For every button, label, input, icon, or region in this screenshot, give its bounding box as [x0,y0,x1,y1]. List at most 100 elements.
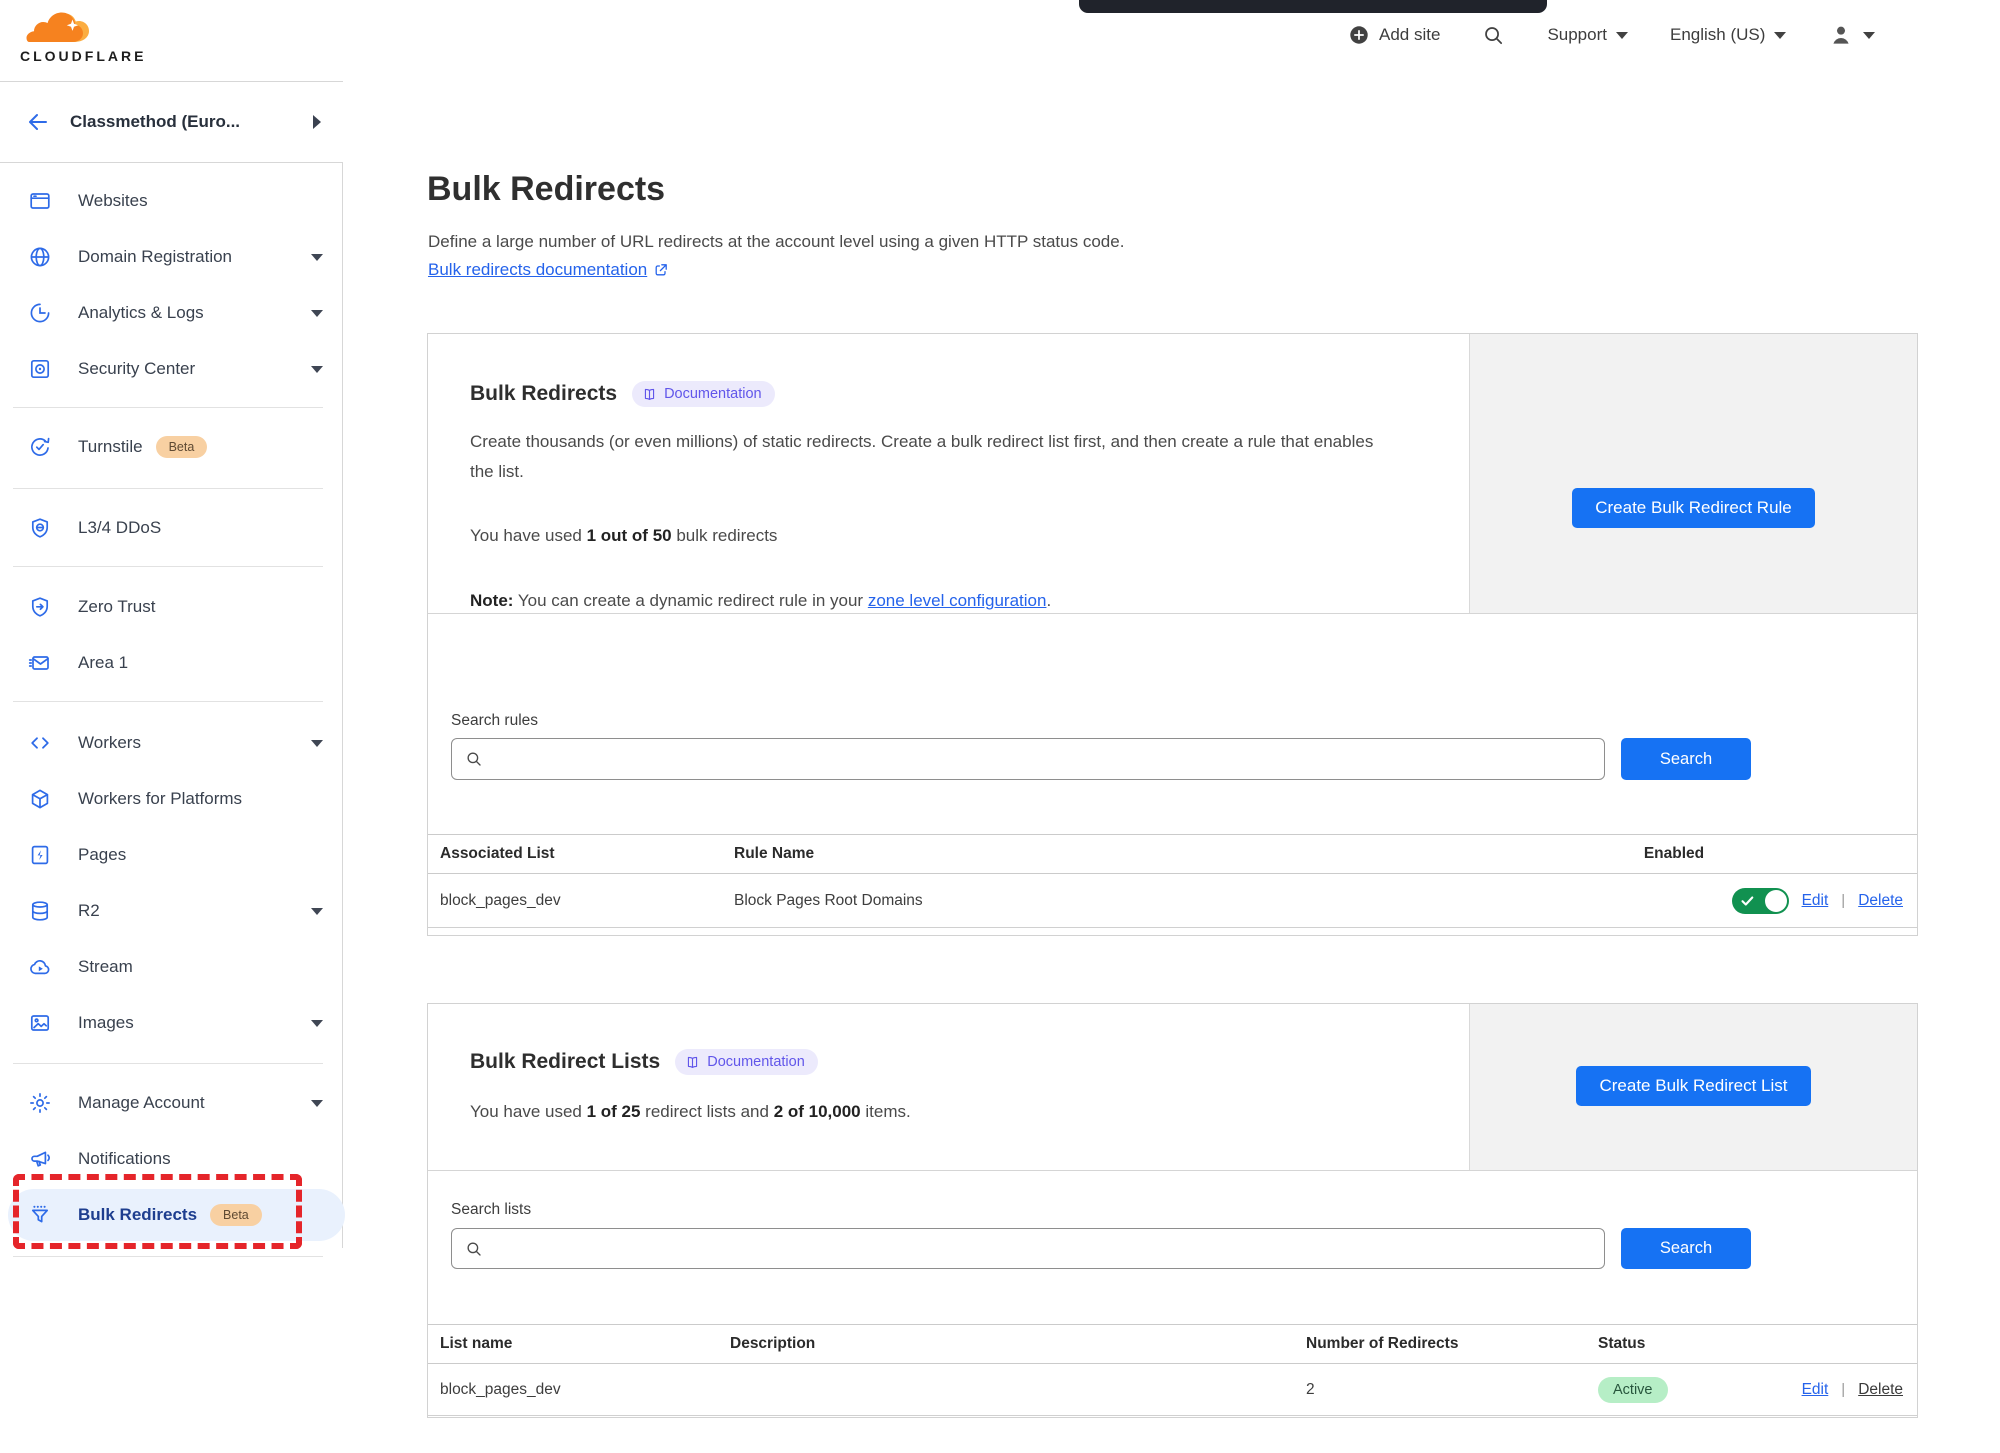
cloudflare-wordmark: CLOUDFLARE [20,48,170,64]
account-switcher[interactable]: Classmethod (Euro... [0,82,343,163]
sidebar-item-notifications[interactable]: Notifications [0,1131,343,1187]
page-doc-link-row: Bulk redirects documentation [428,260,669,280]
rules-usage-count: 1 out of 50 [587,526,672,545]
book-icon [685,1055,700,1070]
sidebar-item-turnstile[interactable]: Turnstile Beta [0,419,343,475]
search-lists-button[interactable]: Search [1621,1228,1751,1269]
pie-chart-icon [28,301,52,325]
browser-window-icon [28,189,52,213]
sidebar-item-bulk-redirects[interactable]: Bulk Redirects Beta [0,1187,343,1243]
bulk-redirects-documentation-link[interactable]: Bulk redirects documentation [428,260,647,280]
sidebar-section-divider [13,1063,323,1064]
chevron-down-icon [311,254,323,261]
search-lists-label: Search lists [451,1201,531,1219]
rules-table-header: Associated List Rule Name Enabled [428,834,1917,874]
rules-table: Associated List Rule Name Enabled block_… [428,834,1917,928]
sidebar-section-divider [13,488,323,489]
image-icon [28,1011,52,1035]
status-badge: Active [1598,1377,1668,1403]
email-icon [28,651,52,675]
edit-rule-link[interactable]: Edit [1802,892,1829,910]
delete-list-link[interactable]: Delete [1858,1381,1903,1399]
chevron-down-icon [311,1100,323,1107]
cube-icon [28,787,52,811]
col-description: Description [730,1335,1306,1353]
sidebar-item-images[interactable]: Images [0,995,343,1051]
zone-level-configuration-link[interactable]: zone level configuration [868,591,1047,610]
cloudflare-logo[interactable]: CLOUDFLARE [20,10,170,64]
create-bulk-redirect-rule-button[interactable]: Create Bulk Redirect Rule [1572,488,1815,528]
sidebar-item-workers-for-platforms[interactable]: Workers for Platforms [0,771,343,827]
chevron-down-icon [311,366,323,373]
cell-associated-list: block_pages_dev [440,892,734,910]
top-header: CLOUDFLARE Add site Support [0,0,2000,81]
lightning-page-icon [28,843,52,867]
chevron-down-icon [1774,32,1786,39]
language-menu[interactable]: English (US) [1670,25,1786,45]
add-site-button[interactable]: Add site [1348,24,1440,46]
col-list-name: List name [440,1335,730,1353]
sidebar-item-zero-trust[interactable]: Zero Trust [0,579,343,635]
user-icon [1828,22,1854,48]
sidebar-item-area1[interactable]: Area 1 [0,635,343,691]
header-controls: Add site Support English (US) [1348,22,1875,48]
sidebar-nav: Websites Domain Registration Analytics [0,163,343,1257]
lists-usage-count: 1 of 25 [587,1102,641,1121]
lists-card-title: Bulk Redirect Lists [470,1050,660,1074]
toggle-knob [1765,890,1787,912]
rules-card-body: Create thousands (or even millions) of s… [470,427,1390,487]
back-arrow-icon[interactable] [26,110,50,134]
support-label: Support [1547,25,1607,45]
documentation-badge[interactable]: Documentation [632,381,775,407]
cell-rule-name: Block Pages Root Domains [734,892,1445,910]
sidebar-item-stream[interactable]: Stream [0,939,343,995]
database-icon [28,899,52,923]
rules-note-line: Note: You can create a dynamic redirect … [470,591,1051,611]
sidebar-item-pages[interactable]: Pages [0,827,343,883]
account-user-menu[interactable] [1828,22,1875,48]
sidebar-item-websites[interactable]: Websites [0,173,343,229]
book-icon [642,387,657,402]
refresh-check-icon [28,435,52,459]
code-brackets-icon [28,731,52,755]
delete-rule-link[interactable]: Delete [1858,892,1903,910]
lists-usage-line: You have used 1 of 25 redirect lists and… [470,1102,911,1122]
beta-badge: Beta [156,436,208,459]
search-rules-box [451,738,1605,780]
enabled-toggle[interactable] [1732,888,1789,914]
documentation-badge[interactable]: Documentation [675,1049,818,1075]
rules-usage-line: You have used 1 out of 50 bulk redirects [470,526,777,546]
sidebar-item-l34-ddos[interactable]: L3/4 DDoS [0,500,343,556]
cell-list-name: block_pages_dev [440,1381,730,1399]
cell-redirect-count: 2 [1306,1381,1598,1399]
header-search-button[interactable] [1482,24,1505,47]
chevron-down-icon [311,740,323,747]
sidebar-item-domain-registration[interactable]: Domain Registration [0,229,343,285]
search-lists-input[interactable] [493,1229,1604,1268]
support-menu[interactable]: Support [1547,25,1628,45]
sidebar-item-analytics-logs[interactable]: Analytics & Logs [0,285,343,341]
shield-globe-icon [28,516,52,540]
col-enabled: Enabled [1445,845,1903,863]
add-site-label: Add site [1379,25,1440,45]
external-link-icon [653,262,669,278]
chevron-down-icon [311,1020,323,1027]
edit-list-link[interactable]: Edit [1802,1381,1829,1399]
sidebar-item-manage-account[interactable]: Manage Account [0,1075,343,1131]
create-bulk-redirect-list-button[interactable]: Create Bulk Redirect List [1576,1066,1810,1106]
account-name: Classmethod (Euro... [70,112,240,132]
rules-cta-panel: Create Bulk Redirect Rule [1469,334,1917,613]
browser-overlay-bar [1079,0,1547,13]
chevron-down-icon [1863,32,1875,39]
sidebar-item-r2[interactable]: R2 [0,883,343,939]
search-rules-button[interactable]: Search [1621,738,1751,780]
lists-table: List name Description Number of Redirect… [428,1324,1917,1416]
sidebar-item-security-center[interactable]: Security Center [0,341,343,397]
col-status: Status [1598,1335,1903,1353]
search-rules-input[interactable] [493,739,1604,779]
sidebar-item-workers[interactable]: Workers [0,715,343,771]
rules-table-row: block_pages_dev Block Pages Root Domains… [428,874,1917,928]
search-lists-box [451,1228,1605,1269]
cloudflare-dashboard: CLOUDFLARE Add site Support [0,0,2000,1453]
page-description: Define a large number of URL redirects a… [428,232,1124,252]
